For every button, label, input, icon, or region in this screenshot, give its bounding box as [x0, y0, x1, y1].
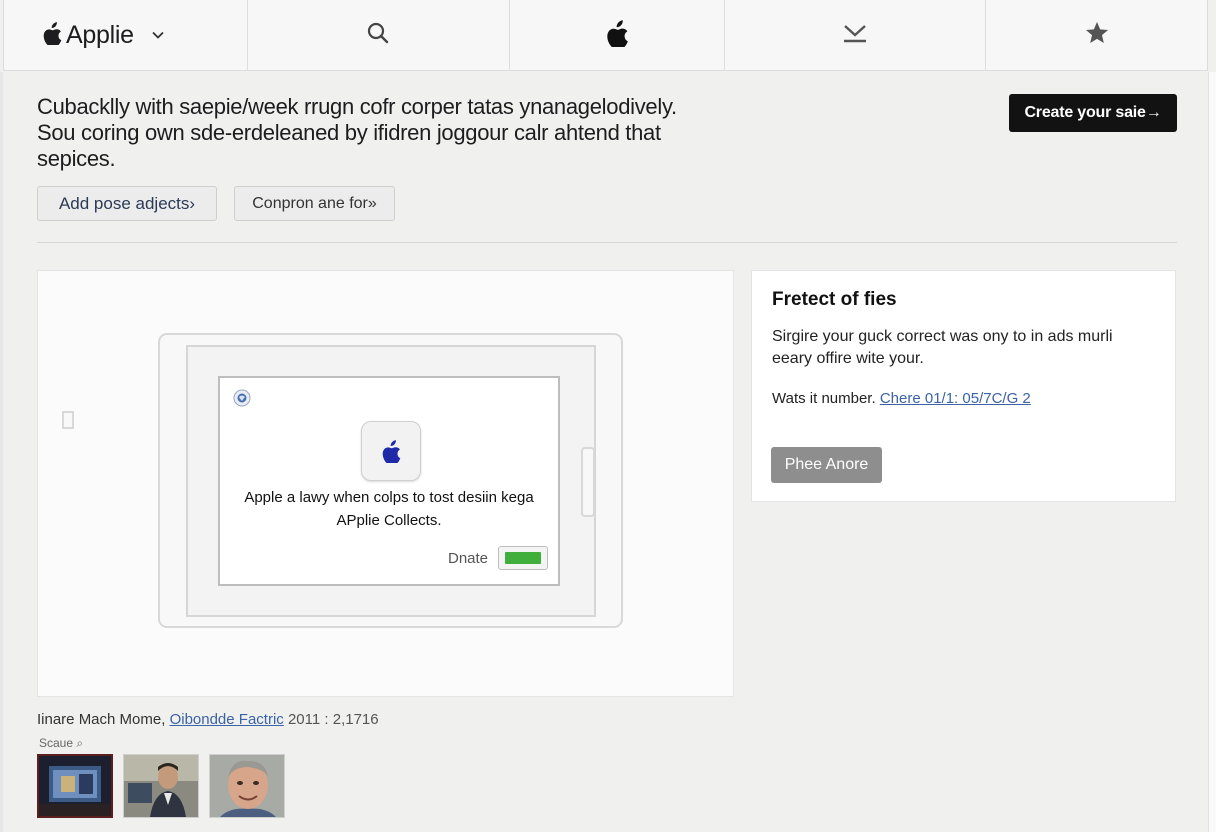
brand-name: Applie: [66, 20, 134, 49]
thumbnails-label: Scaue ⌕: [39, 736, 84, 750]
info-card-body: Sirgire your guck correct was ony to in …: [772, 328, 1113, 367]
create-button[interactable]: Create your saie→: [1009, 94, 1177, 132]
enable-toggle[interactable]: [498, 546, 548, 570]
nav-apple-button[interactable]: [510, 0, 726, 70]
brand-menu[interactable]: Applie: [4, 0, 248, 70]
intro-description: Cubacklly with saepie/week rrugn cofr co…: [37, 94, 677, 171]
chevron-down-icon: [152, 26, 164, 44]
page: Applie Cubacklly with saepie/week rrugn …: [0, 0, 1216, 832]
device-side-button-right: [581, 447, 595, 517]
compare-button[interactable]: Conpron ane for»: [234, 186, 395, 221]
info-card-title: Fretect of fies: [772, 289, 897, 310]
scrollbar-track[interactable]: [1208, 72, 1216, 832]
nav-star-button[interactable]: [986, 0, 1207, 70]
dialog-message-line-2: APplie Collects.: [336, 512, 442, 529]
nav-download-button[interactable]: [725, 0, 987, 70]
dismiss-button[interactable]: Dnate: [448, 550, 488, 567]
download-icon: [842, 22, 868, 49]
thumbnail-3[interactable]: [209, 754, 285, 818]
caption-prefix: Iinare Mach Mome,: [37, 711, 166, 728]
device-side-button-left: [62, 411, 74, 429]
thumbnail-1[interactable]: [37, 754, 113, 818]
section-divider: [37, 242, 1177, 243]
media-caption: Iinare Mach Mome, Oibondde Factric 2011 …: [37, 711, 379, 728]
info-card: Fretect of fies Sirgire your guck correc…: [751, 270, 1176, 502]
meta-link[interactable]: Chere 01/1: 05/7C/G 2: [880, 390, 1031, 407]
star-icon: [1084, 20, 1110, 51]
alert-dialog: Apple a lawy when colps to tost desiin k…: [218, 376, 560, 586]
meta-prefix: Wats it number.: [772, 390, 876, 407]
globe-icon: [232, 388, 252, 408]
caption-date: 2011 : 2,1716: [287, 711, 379, 728]
app-icon: [361, 421, 421, 481]
toggle-on-indicator: [505, 552, 541, 564]
dialog-message-line-1: Apple a lawy when colps to tost desiin k…: [244, 489, 534, 506]
apple-logo-icon: [42, 21, 62, 50]
top-nav: Applie: [3, 0, 1208, 71]
nav-search-button[interactable]: [248, 0, 510, 70]
add-pose-objects-button[interactable]: Add pose adjects›: [37, 186, 217, 221]
caption-link[interactable]: Oibondde Factric: [170, 711, 284, 728]
info-card-button[interactable]: Phee Anore: [771, 447, 882, 483]
thumbnail-2[interactable]: [123, 754, 199, 818]
dialog-message: Apple a lawy when colps to tost desiin k…: [220, 486, 558, 532]
preview-card: Apple a lawy when colps to tost desiin k…: [37, 270, 734, 697]
window-edge-left: [0, 72, 3, 832]
search-icon: [366, 21, 390, 50]
info-card-meta: Wats it number. Chere 01/1: 05/7C/G 2: [772, 390, 1031, 407]
apple-logo-icon: [605, 19, 629, 52]
